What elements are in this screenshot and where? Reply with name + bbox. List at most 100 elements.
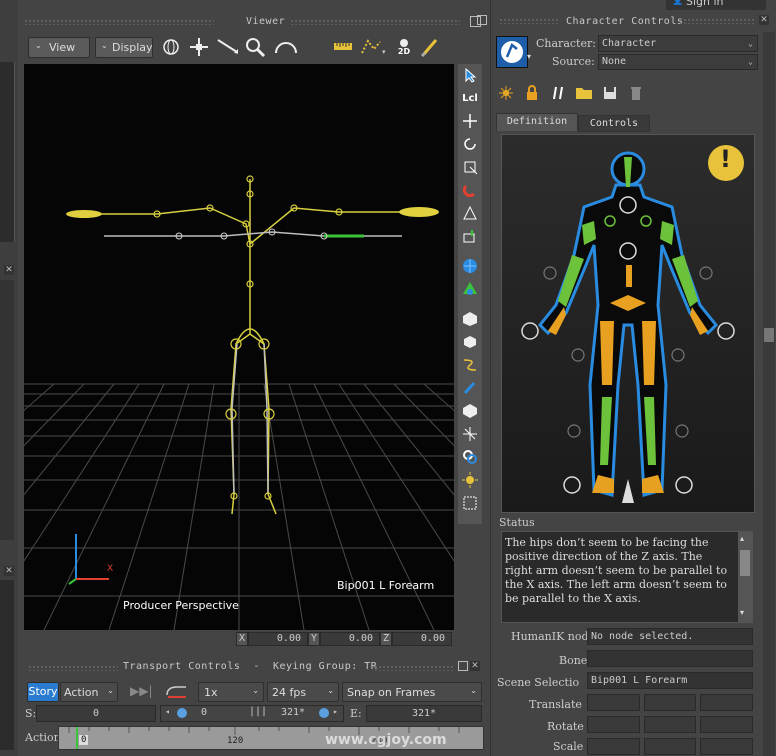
star-bones-icon[interactable]: [459, 423, 481, 445]
play-to-end-icon[interactable]: ▶▶|: [130, 684, 153, 698]
dolly-icon[interactable]: [216, 36, 238, 58]
left-panel-strip: ✕ ✕: [0, 0, 18, 756]
status-textbox: The hips don’t seem to be facing the pos…: [501, 531, 753, 623]
loop-icon[interactable]: [164, 684, 190, 703]
start-label: S:: [25, 707, 37, 720]
end-frame-field[interactable]: 321*: [366, 705, 482, 722]
frame-icon[interactable]: [459, 492, 481, 514]
brush-icon[interactable]: [420, 36, 442, 58]
character-dropdown[interactable]: Character ⌄: [598, 35, 758, 52]
viewer-title: Viewer: [246, 16, 286, 27]
sign-in-button[interactable]: 👤 Sign in: [666, 0, 766, 10]
maximize-icon[interactable]: [458, 661, 468, 671]
frame-slider[interactable]: ◂ 0 ||| 321* ▸: [160, 705, 344, 722]
cube-small-icon[interactable]: [459, 331, 481, 353]
x-coord-label: X: [236, 632, 248, 646]
status-scrollbar[interactable]: ▴ ▾: [738, 532, 752, 622]
constraint-icon[interactable]: [459, 446, 481, 468]
tab-controls[interactable]: Controls: [578, 115, 650, 132]
selected-object-label: Bip001 L Forearm: [337, 579, 435, 592]
display-menu-button[interactable]: ⌄ Display: [95, 37, 153, 58]
tab-definition[interactable]: Definition: [496, 113, 578, 131]
scale-fields[interactable]: [587, 738, 754, 755]
burst-icon[interactable]: [495, 82, 517, 104]
anchor-icon[interactable]: [459, 225, 481, 247]
coordinate-bar: X 0.00 Y 0.00 Z 0.00: [236, 632, 456, 646]
select-arrow-icon[interactable]: [459, 64, 481, 86]
folder-icon[interactable]: [573, 82, 595, 104]
transport-title: Transport Controls - Keying Group: TR: [123, 661, 378, 672]
z-coord-label: Z: [380, 632, 392, 646]
scale-icon[interactable]: [459, 156, 481, 178]
scene-icon[interactable]: [459, 278, 481, 300]
end-label: E:: [350, 707, 362, 720]
bones-icon[interactable]: [547, 82, 569, 104]
source-label: Source:: [552, 55, 595, 68]
timeline-label: Action: [25, 731, 61, 744]
maximize-icon[interactable]: [477, 15, 487, 25]
character-toolbar: [495, 82, 647, 104]
y-coord-label: Y: [308, 632, 320, 646]
action-dropdown[interactable]: Action ⌄: [60, 682, 118, 702]
viewport[interactable]: X Bip001 L Forearm Producer Perspective: [24, 64, 454, 630]
roll-icon[interactable]: [272, 36, 300, 58]
pan-icon[interactable]: [188, 36, 210, 58]
character-definition-view[interactable]: !: [501, 134, 755, 513]
tick-120: 120: [227, 736, 244, 746]
x-coord-field[interactable]: 0.00: [248, 632, 308, 646]
bone-field[interactable]: [587, 650, 753, 667]
zoom-icon[interactable]: [244, 36, 266, 58]
status-text: The hips don’t seem to be facing the pos…: [505, 536, 728, 605]
rotate-icon[interactable]: [459, 133, 481, 155]
source-dropdown[interactable]: None ⌄: [598, 54, 758, 70]
character-controls-panel: 👤 Sign in Character Controls ✕ ▾ Charact…: [477, 0, 776, 756]
translate-icon[interactable]: [459, 110, 481, 132]
humanik-node-field[interactable]: No node selected.: [587, 628, 753, 645]
character-label: Character:: [536, 37, 596, 50]
character-icon-dropdown[interactable]: ▾: [527, 52, 531, 61]
view-menu-button[interactable]: ⌄ View: [28, 37, 90, 58]
transport-titlebar: Transport Controls - Keying Group: TR: [24, 661, 468, 675]
path-icon[interactable]: ▾: [360, 36, 388, 58]
lock-icon[interactable]: [521, 82, 543, 104]
ruler-icon[interactable]: [332, 36, 354, 58]
local-icon[interactable]: Lcl: [459, 87, 481, 109]
hexagon-icon[interactable]: [459, 400, 481, 422]
2d-view-icon[interactable]: 2D: [394, 36, 414, 58]
close-icon[interactable]: ✕: [759, 15, 769, 25]
translate-fields[interactable]: [587, 694, 754, 711]
story-button[interactable]: Story: [27, 682, 59, 702]
cube-icon[interactable]: [459, 308, 481, 330]
snap-dropdown[interactable]: Snap on Frames ⌄: [342, 682, 482, 702]
globe-icon[interactable]: [459, 255, 481, 277]
magnet-icon[interactable]: [459, 179, 481, 201]
fps-dropdown[interactable]: 24 fps ⌄: [267, 682, 339, 702]
scene-selection-field[interactable]: Bip001 L Forearm: [587, 672, 753, 689]
current-frame-marker: 0: [79, 735, 89, 745]
panel-scrollbar[interactable]: [763, 32, 775, 756]
axis-x-label: X: [107, 564, 114, 574]
close-icon[interactable]: ✕: [4, 566, 14, 576]
z-coord-field[interactable]: 0.00: [392, 632, 452, 646]
character-controls-title: Character Controls: [566, 16, 684, 27]
close-icon[interactable]: ✕: [4, 265, 14, 275]
camera-label: Producer Perspective: [123, 599, 239, 612]
paint-icon[interactable]: [459, 377, 481, 399]
viewer-titlebar: Viewer: [18, 14, 490, 30]
rotate-fields[interactable]: [587, 716, 754, 733]
viewer-side-toolbar: Lcl: [458, 64, 482, 524]
save-icon[interactable]: [599, 82, 621, 104]
warning-icon[interactable]: !: [720, 145, 731, 173]
orbit-icon[interactable]: [160, 36, 182, 58]
watermark: www.cgjoy.com: [325, 732, 447, 748]
speed-dropdown[interactable]: 1x ⌄: [198, 682, 264, 702]
trash-icon[interactable]: [625, 82, 647, 104]
align-icon[interactable]: [459, 202, 481, 224]
character-icon[interactable]: [496, 36, 528, 68]
start-frame-field[interactable]: 0: [36, 705, 156, 722]
curve-icon[interactable]: [459, 354, 481, 376]
light-icon[interactable]: [459, 469, 481, 491]
close-icon[interactable]: ✕: [470, 661, 480, 671]
status-heading: Status: [499, 516, 535, 529]
y-coord-field[interactable]: 0.00: [320, 632, 380, 646]
